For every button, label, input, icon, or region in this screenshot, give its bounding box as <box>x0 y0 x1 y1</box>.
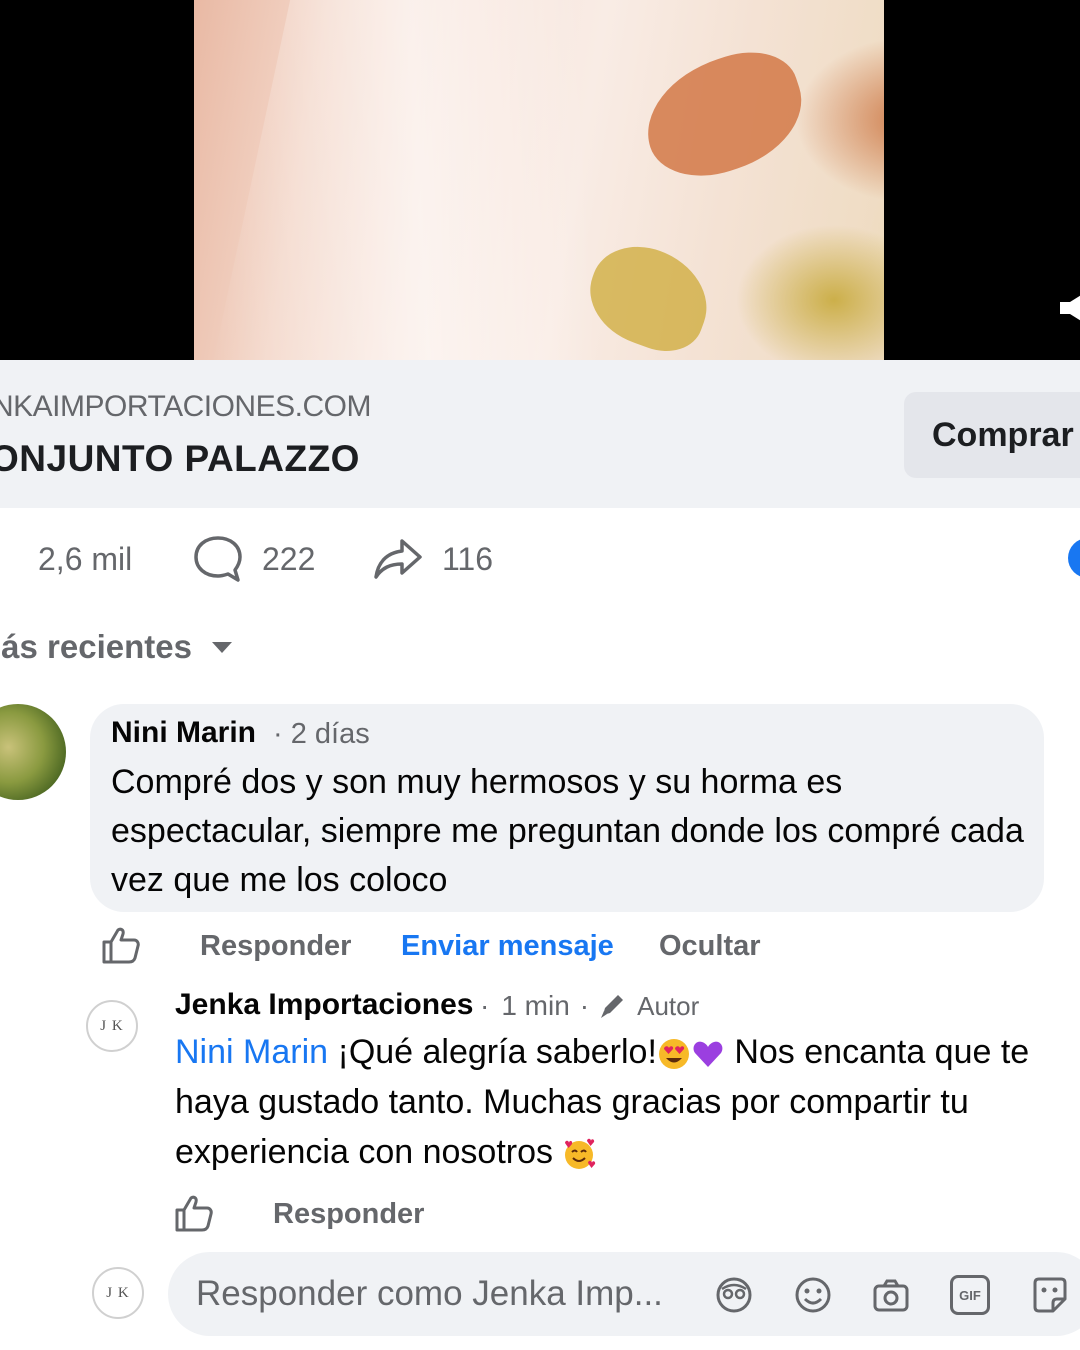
smiley-icon[interactable] <box>793 1275 833 1315</box>
composer-avatar-initials: J K <box>106 1284 130 1301</box>
reply-button[interactable]: Responder <box>200 930 351 963</box>
sort-label: lás recientes <box>0 628 192 665</box>
page-avatar-initials: J K <box>100 1017 124 1034</box>
comment-sort-dropdown[interactable]: lás recientes <box>0 628 234 666</box>
camera-icon[interactable] <box>871 1275 911 1315</box>
separator-dot: · <box>273 718 283 750</box>
reply-mention[interactable]: Nini Marin <box>175 1033 328 1071</box>
send-message-button[interactable]: Enviar mensaje <box>401 930 614 963</box>
link-domain: NKAIMPORTACIONES.COM <box>0 390 371 423</box>
comment-author[interactable]: Nini Marin <box>111 716 256 750</box>
comment-meta: · 2 días <box>273 718 370 751</box>
reply-meta: · 1 min · Autor <box>480 990 699 1022</box>
buy-button[interactable]: Comprar <box>904 392 1080 478</box>
shares-count-text: 116 <box>442 540 494 577</box>
sticker-icon[interactable] <box>1029 1275 1069 1315</box>
reply-author[interactable]: Jenka Importaciones <box>175 988 473 1022</box>
gif-icon[interactable]: GIF <box>950 1275 990 1315</box>
buy-button-label: Comprar <box>932 416 1074 454</box>
comment-text: Compré dos y son muy hermosos y su horma… <box>111 763 1024 899</box>
video-player[interactable] <box>0 0 1080 360</box>
like-icon[interactable] <box>100 924 142 966</box>
comments-count-text: 222 <box>262 540 316 577</box>
commenter-avatar[interactable] <box>0 704 66 800</box>
gif-label: GIF <box>959 1287 981 1303</box>
volume-icon[interactable] <box>1058 290 1080 326</box>
smiling-hearts-emoji <box>565 1138 596 1170</box>
like-icon <box>0 541 12 577</box>
reply-to-reply-button[interactable]: Responder <box>273 1198 424 1231</box>
pencil-icon <box>601 995 624 1018</box>
reply-text-part1: ¡Qué alegría saberlo! <box>328 1033 657 1071</box>
composer-avatar[interactable]: J K <box>92 1267 144 1319</box>
hide-button[interactable]: Ocultar <box>659 930 761 963</box>
reply-text: Nini Marin ¡Qué alegría saberlo! Nos enc… <box>175 1027 1055 1177</box>
shares-count[interactable]: 116 <box>372 536 493 582</box>
comment-icon <box>194 536 242 582</box>
author-badge: Autor <box>637 990 700 1021</box>
share-icon <box>374 539 422 579</box>
like-icon[interactable] <box>173 1192 215 1234</box>
comments-count[interactable]: 222 <box>192 536 315 582</box>
link-title[interactable]: ONJUNTO PALAZZO <box>0 438 360 480</box>
reply-input-placeholder: Responder como Jenka Imp... <box>196 1274 663 1313</box>
caret-down-icon <box>211 642 232 653</box>
purple-heart-emoji <box>693 1041 723 1068</box>
heart-eyes-emoji <box>658 1039 689 1070</box>
separator-dot: · <box>480 990 490 1021</box>
reactions-count[interactable]: 2,6 mil <box>0 536 132 582</box>
profile-switch-badge[interactable] <box>1068 538 1080 578</box>
page-avatar[interactable]: J K <box>86 1000 138 1052</box>
reply-time[interactable]: 1 min <box>501 990 569 1022</box>
comment-time[interactable]: 2 días <box>291 718 370 750</box>
post-video-frame <box>194 0 884 360</box>
reactions-count-text: 2,6 mil <box>38 540 133 577</box>
avatar-icon[interactable] <box>714 1275 754 1315</box>
separator-dot: · <box>579 990 590 1021</box>
